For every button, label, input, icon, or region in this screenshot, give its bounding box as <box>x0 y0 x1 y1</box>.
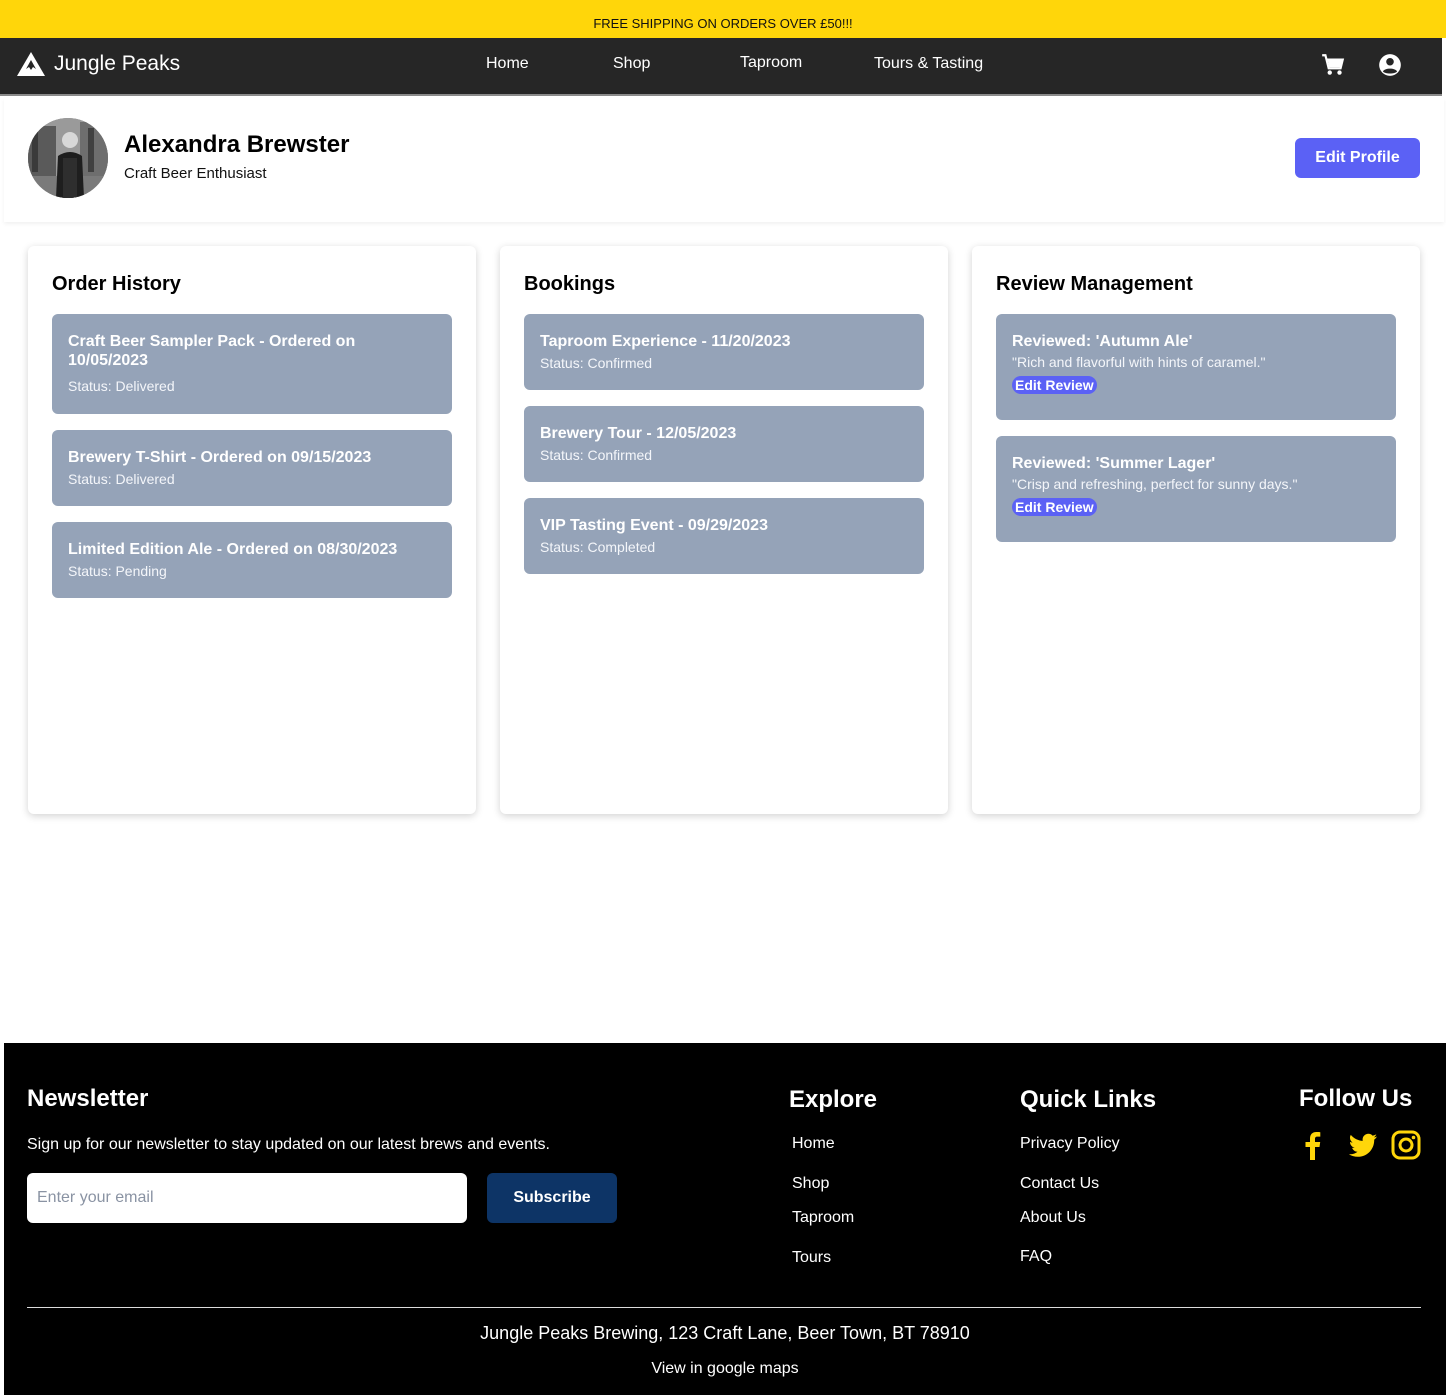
explore-title: Explore <box>789 1086 878 1113</box>
nav-link-taproom[interactable]: Taproom <box>740 54 802 72</box>
newsletter-email-input[interactable] <box>27 1173 467 1223</box>
footer-link-about-us[interactable]: About Us <box>1020 1209 1086 1227</box>
nav-link-shop[interactable]: Shop <box>613 55 650 73</box>
footer-link-home[interactable]: Home <box>792 1135 835 1153</box>
nav-link-home[interactable]: Home <box>486 55 529 73</box>
subscribe-button[interactable]: Subscribe <box>487 1173 617 1223</box>
order-status: Status: Delivered <box>68 378 175 394</box>
avatar <box>28 118 108 198</box>
facebook-icon[interactable] <box>1297 1129 1329 1161</box>
promo-banner: FREE SHIPPING ON ORDERS OVER £50!!! <box>0 0 1446 38</box>
account-icon[interactable] <box>1377 52 1403 78</box>
brand-name: Jungle Peaks <box>54 52 181 75</box>
mountain-icon <box>17 52 45 76</box>
order-item[interactable]: Limited Edition Ale - Ordered on 08/30/2… <box>52 522 452 598</box>
order-status: Status: Pending <box>68 563 167 579</box>
review-item: Reviewed: 'Autumn Ale' "Rich and flavorf… <box>996 314 1396 420</box>
footer-link-privacy-policy[interactable]: Privacy Policy <box>1020 1135 1120 1153</box>
footer-link-contact-us[interactable]: Contact Us <box>1020 1175 1099 1193</box>
order-history-card: Order History Craft Beer Sampler Pack - … <box>28 246 476 814</box>
footer-address: Jungle Peaks Brewing, 123 Craft Lane, Be… <box>480 1323 970 1343</box>
booking-status: Status: Confirmed <box>540 355 653 371</box>
booking-status: Status: Confirmed <box>540 447 653 463</box>
cart-icon[interactable] <box>1320 52 1346 78</box>
newsletter-title: Newsletter <box>27 1085 149 1112</box>
promo-text: FREE SHIPPING ON ORDERS OVER £50!!! <box>593 15 853 31</box>
footer-link-tours[interactable]: Tours <box>792 1249 831 1267</box>
site-footer: Newsletter Sign up for our newsletter to… <box>4 1043 1446 1395</box>
follow-us-title: Follow Us <box>1299 1085 1413 1112</box>
profile-tagline: Craft Beer Enthusiast <box>124 165 267 182</box>
booking-item[interactable]: VIP Tasting Event - 09/29/2023 Status: C… <box>524 498 924 574</box>
edit-review-button[interactable]: Edit Review <box>1012 376 1097 394</box>
order-status: Status: Delivered <box>68 471 175 487</box>
twitter-icon[interactable] <box>1347 1129 1379 1161</box>
review-title: Reviewed: 'Summer Lager' <box>1012 455 1216 472</box>
booking-title: VIP Tasting Event - 09/29/2023 <box>540 517 768 534</box>
quick-links-title: Quick Links <box>1020 1086 1157 1113</box>
brand-logo[interactable]: Jungle Peaks <box>16 51 180 77</box>
profile-name: Alexandra Brewster <box>124 131 350 158</box>
google-maps-link[interactable]: View in google maps <box>4 1360 1446 1378</box>
order-title: Brewery T-Shirt - Ordered on 09/15/2023 <box>68 449 372 466</box>
order-history-title: Order History <box>52 273 181 295</box>
footer-link-shop[interactable]: Shop <box>792 1175 829 1193</box>
edit-profile-button[interactable]: Edit Profile <box>1295 138 1420 178</box>
footer-link-faq[interactable]: FAQ <box>1020 1248 1052 1266</box>
order-title: Craft Beer Sampler Pack - Ordered on 10/… <box>68 333 356 369</box>
newsletter-description: Sign up for our newsletter to stay updat… <box>27 1136 550 1153</box>
review-title: Reviewed: 'Autumn Ale' <box>1012 333 1193 350</box>
profile-header: Alexandra Brewster Craft Beer Enthusiast… <box>4 98 1444 222</box>
footer-divider <box>27 1307 1421 1308</box>
top-navbar: Jungle Peaks Home Shop Taproom Tours & T… <box>0 38 1442 96</box>
nav-link-tours-tasting[interactable]: Tours & Tasting <box>874 55 983 73</box>
booking-title: Taproom Experience - 11/20/2023 <box>540 333 791 350</box>
order-item[interactable]: Brewery T-Shirt - Ordered on 09/15/2023 … <box>52 430 452 506</box>
edit-review-button[interactable]: Edit Review <box>1012 498 1097 516</box>
booking-item[interactable]: Taproom Experience - 11/20/2023 Status: … <box>524 314 924 390</box>
footer-link-taproom[interactable]: Taproom <box>792 1209 854 1227</box>
review-quote: "Crisp and refreshing, perfect for sunny… <box>1012 476 1298 492</box>
review-management-title: Review Management <box>996 273 1193 295</box>
order-title: Limited Edition Ale - Ordered on 08/30/2… <box>68 541 398 558</box>
booking-item[interactable]: Brewery Tour - 12/05/2023 Status: Confir… <box>524 406 924 482</box>
booking-title: Brewery Tour - 12/05/2023 <box>540 425 737 442</box>
booking-status: Status: Completed <box>540 539 656 555</box>
avatar-photo <box>28 118 108 198</box>
order-item[interactable]: Craft Beer Sampler Pack - Ordered on 10/… <box>52 314 452 414</box>
review-quote: "Rich and flavorful with hints of carame… <box>1012 354 1266 370</box>
bookings-card: Bookings Taproom Experience - 11/20/2023… <box>500 246 948 814</box>
review-item: Reviewed: 'Summer Lager' "Crisp and refr… <box>996 436 1396 542</box>
bookings-title: Bookings <box>524 273 616 295</box>
review-management-card: Review Management Reviewed: 'Autumn Ale'… <box>972 246 1420 814</box>
instagram-icon[interactable] <box>1390 1129 1422 1161</box>
